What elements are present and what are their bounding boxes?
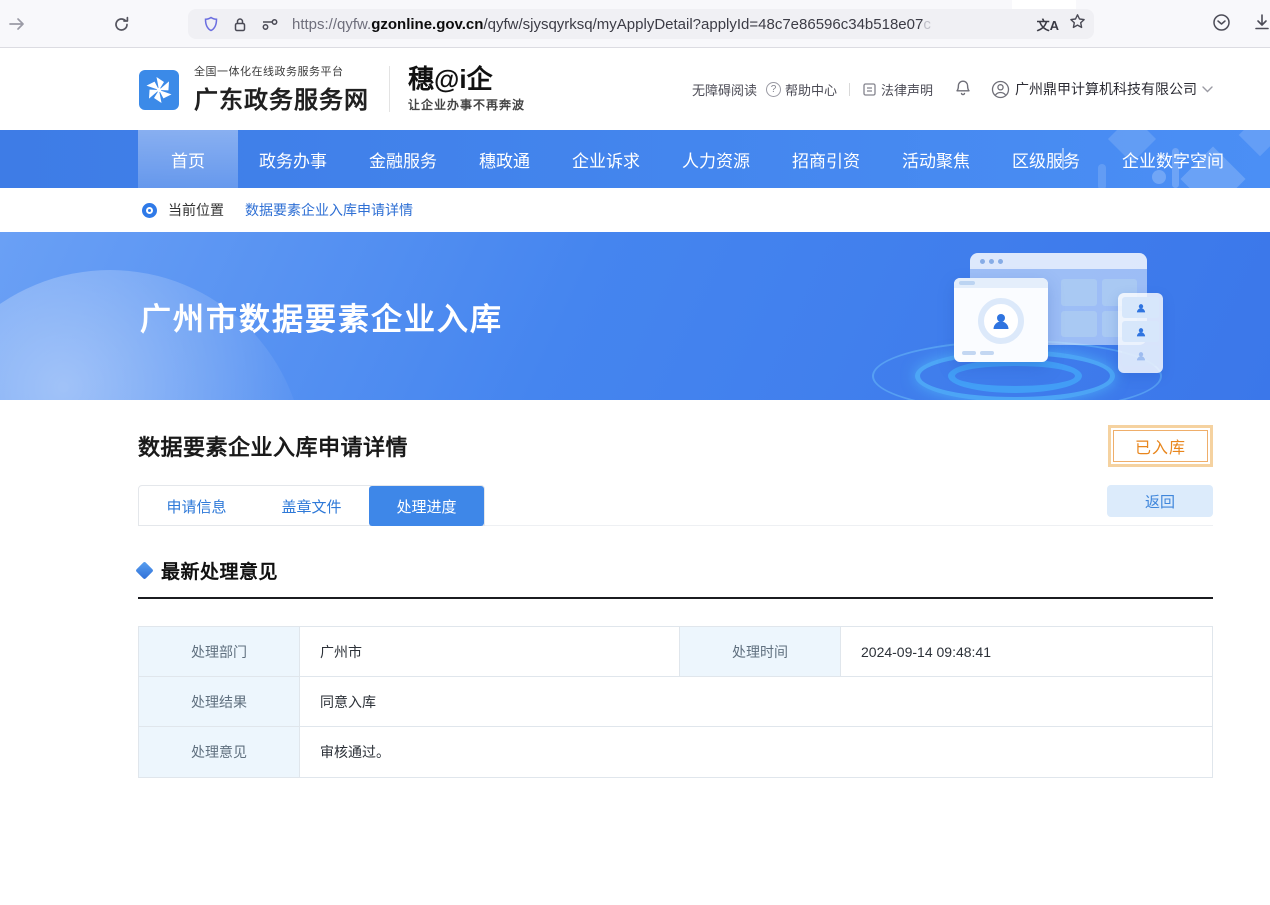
pinwheel-logo-icon bbox=[138, 66, 184, 112]
time-label-cell: 处理时间 bbox=[679, 627, 841, 677]
platform-name: 广东政务服务网 bbox=[194, 80, 369, 115]
nav-item-activities[interactable]: 活动聚焦 bbox=[881, 130, 991, 188]
section-divider bbox=[138, 597, 1213, 599]
illustration-list-card bbox=[1118, 293, 1163, 373]
legal-notice-link[interactable]: 法律声明 bbox=[862, 80, 933, 99]
detail-tabs: 申请信息 盖章文件 处理进度 返回 bbox=[138, 485, 1213, 526]
notification-bell-icon[interactable] bbox=[954, 79, 972, 100]
brand-slogan: 让企业办事不再奔波 bbox=[408, 96, 525, 113]
illustration-card bbox=[954, 278, 1048, 362]
tab-stamped-files[interactable]: 盖章文件 bbox=[254, 486, 369, 526]
tab-processing-progress[interactable]: 处理进度 bbox=[369, 486, 484, 526]
permissions-icon[interactable] bbox=[261, 18, 279, 30]
nav-item-digital-space[interactable]: 企业数字空间 bbox=[1101, 130, 1245, 188]
nav-item-finance[interactable]: 金融服务 bbox=[348, 130, 458, 188]
page-title: 数据要素企业入库申请详情 bbox=[138, 430, 408, 462]
opinion-value-cell: 审核通过。 bbox=[300, 727, 1212, 777]
user-icon bbox=[991, 80, 1010, 99]
lock-icon[interactable] bbox=[233, 17, 247, 32]
platform-tagline: 全国一体化在线政务服务平台 bbox=[194, 63, 369, 79]
avatar-icon bbox=[1135, 302, 1147, 314]
result-label-cell: 处理结果 bbox=[139, 677, 300, 727]
diamond-marker-icon bbox=[135, 561, 153, 579]
dept-label-cell: 处理部门 bbox=[139, 627, 300, 677]
status-badge: 已入库 bbox=[1108, 425, 1213, 467]
status-badge-label: 已入库 bbox=[1113, 430, 1208, 462]
document-icon bbox=[862, 82, 877, 97]
main-navigation: 首页 政务办事 金融服务 穗政通 企业诉求 人力资源 招商引资 活动聚焦 区级服… bbox=[0, 130, 1270, 188]
accessibility-link[interactable]: 无障碍阅读 bbox=[692, 80, 757, 99]
nav-item-district-services[interactable]: 区级服务 bbox=[991, 130, 1101, 188]
accessibility-label: 无障碍阅读 bbox=[692, 80, 757, 99]
help-label: 帮助中心 bbox=[785, 80, 837, 99]
chevron-down-icon bbox=[1202, 86, 1213, 93]
address-bar[interactable]: https://qyfw.gzonline.gov.cn/qyfw/sjysqy… bbox=[188, 9, 1094, 39]
download-icon[interactable] bbox=[1253, 13, 1270, 37]
nav-item-investment[interactable]: 招商引资 bbox=[771, 130, 881, 188]
help-icon: ? bbox=[766, 82, 781, 97]
section-title: 最新处理意见 bbox=[161, 557, 278, 584]
dept-value-cell: 广州市 bbox=[300, 627, 680, 677]
banner-title: 广州市数据要素企业入库 bbox=[140, 294, 503, 339]
url-domain: gzonline.gov.cn bbox=[371, 16, 483, 33]
shield-icon[interactable] bbox=[203, 16, 219, 32]
header-link-separator bbox=[849, 83, 850, 96]
site-header: 全国一体化在线政务服务平台 广东政务服务网 穗@i企 让企业办事不再奔波 无障碍… bbox=[0, 48, 1270, 130]
banner-illustration bbox=[940, 242, 1180, 400]
account-menu[interactable]: 广州鼎甲计算机科技有限公司 bbox=[991, 79, 1213, 99]
time-value-cell: 2024-09-14 09:48:41 bbox=[841, 627, 1212, 677]
company-name: 广州鼎甲计算机科技有限公司 bbox=[1015, 79, 1197, 99]
back-button[interactable]: 返回 bbox=[1107, 485, 1213, 517]
processing-opinion-table: 处理部门 广州市 处理时间 2024-09-14 09:48:41 处理结果 同… bbox=[138, 626, 1213, 778]
pocket-icon[interactable] bbox=[1212, 13, 1231, 37]
opinion-label-cell: 处理意见 bbox=[139, 727, 300, 777]
nav-item-home[interactable]: 首页 bbox=[138, 130, 238, 188]
breadcrumb-label: 当前位置 bbox=[168, 200, 224, 220]
nav-item-suizhengtong[interactable]: 穗政通 bbox=[458, 130, 551, 188]
legal-label: 法律声明 bbox=[881, 80, 933, 99]
nav-item-gov-affairs[interactable]: 政务办事 bbox=[238, 130, 348, 188]
page-banner: 广州市数据要素企业入库 bbox=[0, 232, 1270, 400]
avatar-icon bbox=[1135, 326, 1147, 338]
url-path: /qyfw/sjysqyrksq/myApplyDetail?applyId=4… bbox=[483, 16, 923, 33]
bookmark-star-icon[interactable] bbox=[1069, 13, 1086, 35]
url-text[interactable]: https://qyfw.gzonline.gov.cn/qyfw/sjysqy… bbox=[292, 16, 1033, 33]
result-value-cell: 同意入库 bbox=[300, 677, 1212, 727]
help-center-link[interactable]: ? 帮助中心 bbox=[766, 80, 837, 99]
avatar-icon bbox=[1135, 350, 1147, 362]
main-content: 数据要素企业入库申请详情 已入库 申请信息 盖章文件 处理进度 返回 最新处理意… bbox=[0, 400, 1270, 778]
url-truncated: c bbox=[923, 16, 931, 33]
brand-name: 穗@i企 bbox=[408, 65, 525, 93]
breadcrumb-current-link[interactable]: 数据要素企业入库申请详情 bbox=[245, 200, 413, 220]
brand-logo[interactable]: 穗@i企 让企业办事不再奔波 bbox=[408, 65, 525, 113]
tab-application-info[interactable]: 申请信息 bbox=[139, 486, 254, 526]
gov-logo[interactable]: 全国一体化在线政务服务平台 广东政务服务网 bbox=[138, 63, 369, 115]
header-divider bbox=[389, 66, 390, 112]
translate-icon[interactable]: 文A bbox=[1037, 15, 1059, 34]
nav-item-human-resources[interactable]: 人力资源 bbox=[661, 130, 771, 188]
reload-icon[interactable] bbox=[110, 13, 132, 35]
avatar-icon bbox=[990, 310, 1012, 332]
nav-item-enterprise-appeal[interactable]: 企业诉求 bbox=[551, 130, 661, 188]
breadcrumb: 当前位置 数据要素企业入库申请详情 bbox=[0, 188, 1270, 232]
url-prefix: https://qyfw. bbox=[292, 16, 371, 33]
forward-icon[interactable] bbox=[6, 13, 28, 35]
location-bullet-icon bbox=[142, 203, 157, 218]
browser-toolbar: https://qyfw.gzonline.gov.cn/qyfw/sjysqy… bbox=[0, 0, 1270, 48]
